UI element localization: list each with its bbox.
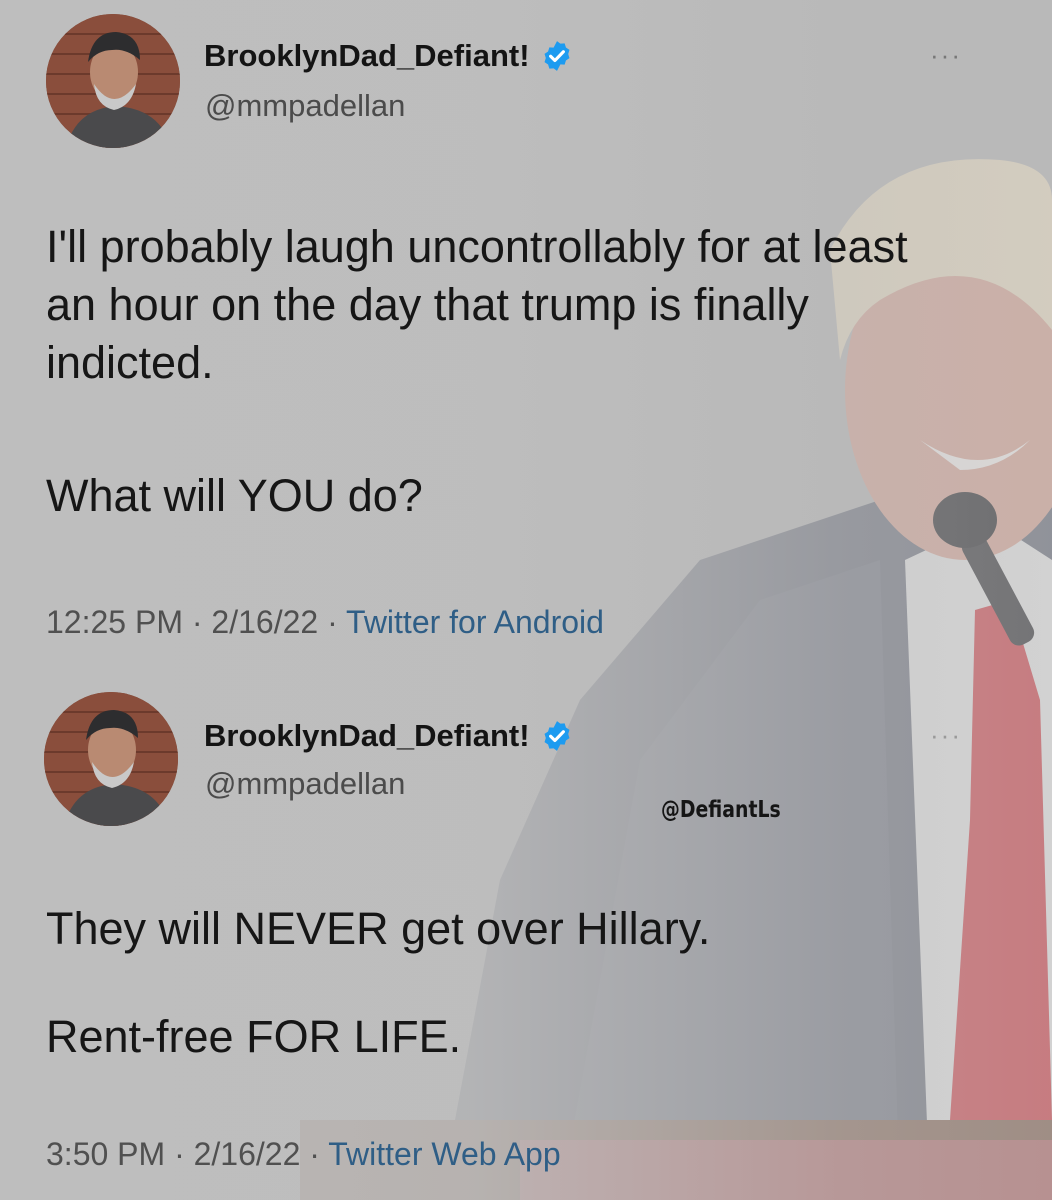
tweet-date[interactable]: 2/16/22 bbox=[211, 604, 318, 640]
separator: · bbox=[191, 604, 203, 640]
tweet-text: They will NEVER get over Hillary. bbox=[46, 903, 711, 954]
tweet-source[interactable]: Twitter Web App bbox=[328, 1136, 560, 1172]
handle[interactable]: @mmpadellan bbox=[205, 766, 405, 802]
separator: · bbox=[327, 604, 338, 640]
display-name[interactable]: BrooklynDad_Defiant! bbox=[204, 718, 530, 754]
handle[interactable]: @mmpadellan bbox=[205, 88, 405, 124]
tweet-text: What will YOU do? bbox=[46, 470, 423, 521]
author-row: BrooklynDad_Defiant! bbox=[204, 38, 574, 74]
avatar[interactable] bbox=[44, 692, 178, 826]
separator: · bbox=[174, 1136, 185, 1172]
avatar[interactable] bbox=[46, 14, 180, 148]
author-row: BrooklynDad_Defiant! bbox=[204, 718, 574, 754]
tweet-time[interactable]: 3:50 PM bbox=[46, 1136, 165, 1172]
display-name[interactable]: BrooklynDad_Defiant! bbox=[204, 38, 530, 74]
verified-badge-icon bbox=[544, 721, 570, 751]
tweet-meta: 3:50 PM · 2/16/22 · Twitter Web App bbox=[46, 1136, 561, 1173]
tweet-meta: 12:25 PM · 2/16/22 · Twitter for Android bbox=[46, 604, 604, 641]
more-options-icon[interactable]: ··· bbox=[930, 40, 962, 71]
watermark: @DefiantLs bbox=[661, 797, 781, 823]
verified-badge-icon bbox=[544, 41, 570, 71]
more-options-icon[interactable]: ··· bbox=[930, 720, 962, 751]
tweet-text: Rent-free FOR LIFE. bbox=[46, 1011, 462, 1062]
tweet-time[interactable]: 12:25 PM bbox=[46, 604, 183, 640]
tweet-date[interactable]: 2/16/22 bbox=[194, 1136, 301, 1172]
separator: · bbox=[309, 1136, 320, 1172]
tweet-source[interactable]: Twitter for Android bbox=[346, 604, 604, 640]
tweet-text: I'll probably laugh uncontrollably for a… bbox=[46, 221, 908, 388]
